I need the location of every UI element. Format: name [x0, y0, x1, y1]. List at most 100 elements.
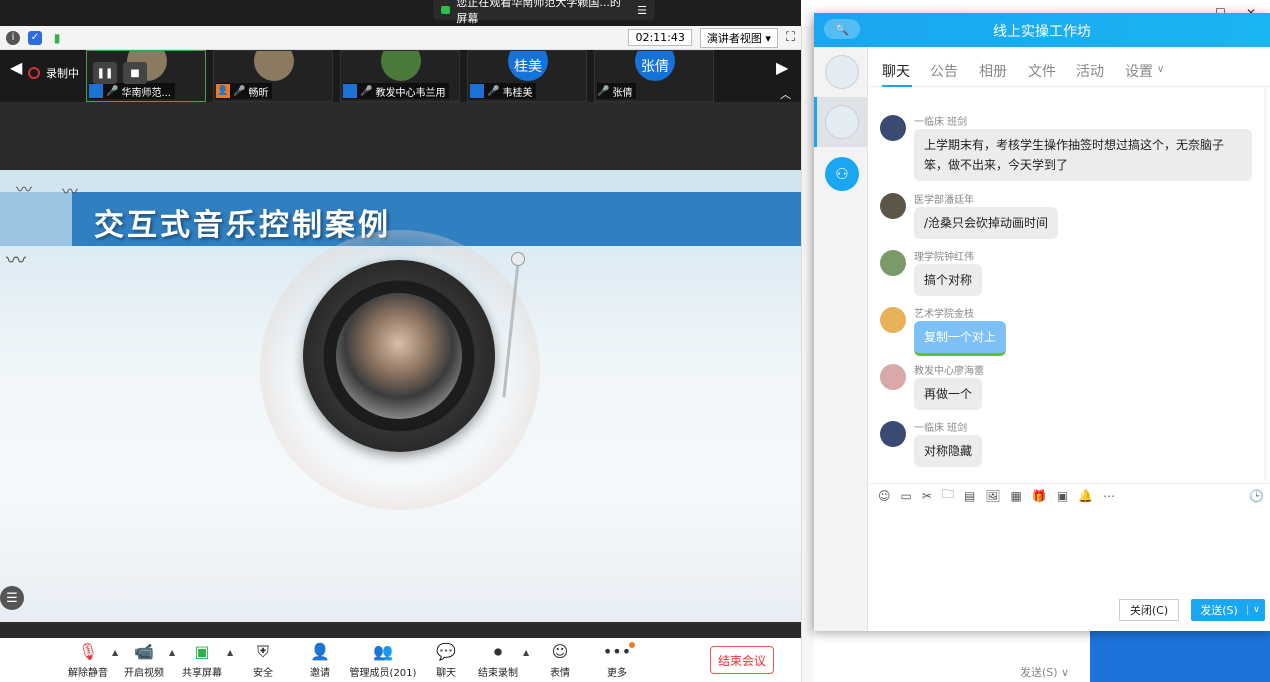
chat-label: 聊天	[436, 668, 456, 679]
bird-icon: 〰	[6, 248, 26, 272]
avatar[interactable]	[880, 115, 906, 141]
history-clock-icon[interactable]: 🕒	[1249, 489, 1264, 503]
tonearm-pivot	[511, 252, 525, 266]
slide-menu-icon[interactable]: ☰	[0, 586, 24, 610]
manage-participants-label: 管理成员(201)	[349, 668, 417, 679]
emoji-icon[interactable]: ☺	[878, 489, 891, 503]
participant-tile[interactable]: 张倩 🎤 张倩	[594, 50, 714, 102]
red-packet-icon[interactable]: ▦	[1011, 489, 1022, 503]
tab-activity[interactable]: 活动	[1076, 61, 1104, 81]
sender-name: 教发中心廖海蕾	[914, 366, 984, 377]
tab-announcement[interactable]: 公告	[930, 61, 958, 81]
avatar[interactable]	[880, 307, 906, 333]
background-send-button[interactable]: 发送(S) ∨	[1020, 664, 1069, 680]
avatar[interactable]	[880, 193, 906, 219]
bird-icon: 〰	[16, 180, 33, 199]
album-photo	[336, 293, 462, 419]
user-icon: 👤	[343, 84, 357, 98]
share-screen-label: 共享屏幕	[182, 668, 222, 679]
pause-recording-icon[interactable]: ❚❚	[93, 62, 117, 84]
message-bubble: 对称隐藏	[914, 435, 983, 467]
strip-left-arrow-icon[interactable]: ◀	[10, 58, 22, 77]
stop-recording-icon[interactable]: ■	[123, 62, 147, 84]
avatar[interactable]	[880, 250, 906, 276]
share-backdrop	[0, 102, 801, 170]
folder-icon[interactable]: 🗀	[942, 485, 954, 506]
participant-tile[interactable]: 桂美 👤 🎤 韦桂美	[467, 50, 587, 102]
participant-video	[254, 51, 294, 81]
reactions-button[interactable]: ☺ 表情	[528, 642, 592, 679]
image-icon[interactable]: 🖼	[985, 489, 1000, 503]
mic-muted-icon: 🎤	[597, 85, 610, 97]
tab-chat[interactable]: 聊天	[882, 61, 910, 81]
settings-chevron-down-icon[interactable]: ∨	[1157, 64, 1164, 75]
sender-name: 一临床 班剑	[914, 117, 968, 128]
meeting-timer: 02:11:43	[628, 29, 692, 46]
share-screen-button[interactable]: ▣ 共享屏幕	[170, 642, 234, 679]
view-mode-button[interactable]: 演讲者视图 ▾	[699, 27, 778, 48]
background-window-edge	[801, 26, 814, 682]
strip-right-arrow-icon[interactable]: ▶	[776, 58, 788, 77]
group-chat-window: 🔍 线上实操工作坊 ⚇ 聊天 公告 相册 文件 活动 设置 ∨ 一临床 班剑 上…	[814, 13, 1270, 631]
more-icon[interactable]: ⋯	[1103, 489, 1115, 503]
fullscreen-icon[interactable]: ⛶	[786, 30, 795, 45]
end-recording-button[interactable]: ⏺ 结束录制	[466, 642, 530, 679]
shield-icon[interactable]: ✓	[28, 30, 42, 45]
scissors-icon[interactable]: ✂	[922, 489, 932, 503]
manage-participants-button[interactable]: 👥 管理成员(201)	[343, 642, 423, 679]
avatar[interactable]	[880, 421, 906, 447]
participant-strip: ◀ 👤 🎤 华南师范... 录制中 ❚❚ ■ 👤 🎤 畅昕 👤 🎤 教发中心韦兰…	[0, 50, 801, 102]
conversation-avatar[interactable]	[825, 55, 859, 89]
recording-label: 录制中	[46, 67, 79, 80]
send-options-chevron-down-icon[interactable]: ∨	[1247, 605, 1265, 615]
tab-album[interactable]: 相册	[979, 61, 1007, 81]
unmute-label: 解除静音	[68, 668, 108, 679]
user-icon: 👤	[216, 84, 230, 98]
participant-label: 🎤 张倩	[597, 83, 637, 99]
start-video-label: 开启视频	[124, 668, 164, 679]
security-button[interactable]: ⛨ 安全	[231, 642, 295, 679]
info-icon[interactable]: i	[6, 30, 20, 45]
conversation-avatar[interactable]	[825, 105, 859, 139]
close-button[interactable]: 关闭(C)	[1119, 599, 1179, 621]
group-icon[interactable]: ⚇	[825, 157, 859, 191]
document-icon[interactable]: ▤	[964, 489, 975, 503]
sender-name: 理学院钟红伟	[914, 252, 974, 263]
start-video-button[interactable]: 📹 开启视频	[112, 642, 176, 679]
chat-header: 🔍 线上实操工作坊	[814, 13, 1270, 47]
gift-icon[interactable]: 🎁	[1032, 489, 1047, 503]
more-button[interactable]: ••• 更多	[585, 642, 649, 679]
participants-icon: 👥	[373, 642, 393, 661]
mic-off-icon: 🎙	[77, 642, 99, 661]
sender-name: 一临床 班剑	[914, 423, 968, 434]
message-scrollbar[interactable]	[1264, 87, 1267, 481]
send-label: 发送(S)	[1200, 604, 1238, 617]
input-toolbar: ☺ ▭ ✂ 🗀 ▤ 🖼 ▦ 🎁 ▣ 🔔 ⋯ 🕒	[868, 483, 1270, 507]
participant-avatar: 张倩	[635, 51, 675, 81]
unmute-button[interactable]: 🎙 解除静音	[56, 642, 120, 679]
participant-name: 华南师范...	[121, 87, 171, 99]
signal-icon[interactable]: ▮	[50, 31, 64, 45]
participant-name: 教发中心韦兰用	[375, 87, 446, 99]
participant-tile[interactable]: 👤 🎤 教发中心韦兰用	[340, 50, 460, 102]
share-indicator-icon	[441, 6, 451, 14]
participant-name: 畅昕	[248, 87, 269, 99]
tab-files[interactable]: 文件	[1028, 61, 1056, 81]
avatar[interactable]	[880, 364, 906, 390]
calendar-icon[interactable]: ▣	[1057, 489, 1068, 503]
participant-tile[interactable]: 👤 🎤 畅昕	[213, 50, 333, 102]
reactions-label: 表情	[550, 668, 570, 679]
invite-label: 邀请	[310, 668, 330, 679]
user-icon: 👤	[470, 84, 484, 98]
message-input[interactable]	[868, 507, 1270, 597]
screen-share-banner[interactable]: 您正在观看华南师范大学赖国...的屏幕 ☰	[433, 0, 655, 25]
recording-status: 录制中 ❚❚ ■	[28, 62, 147, 84]
collapse-strip-icon[interactable]: ︿	[780, 86, 791, 102]
gif-icon[interactable]: ▭	[901, 489, 912, 503]
meeting-top-bar: i ✓ ▮ 02:11:43 演讲者视图 ▾ ⛶	[0, 26, 801, 50]
send-button[interactable]: 发送(S) ∨	[1191, 599, 1265, 621]
bell-icon[interactable]: 🔔	[1078, 489, 1093, 503]
menu-icon[interactable]: ☰	[637, 4, 647, 17]
end-meeting-button[interactable]: 结束会议	[710, 646, 774, 674]
tab-settings[interactable]: 设置	[1125, 61, 1153, 81]
